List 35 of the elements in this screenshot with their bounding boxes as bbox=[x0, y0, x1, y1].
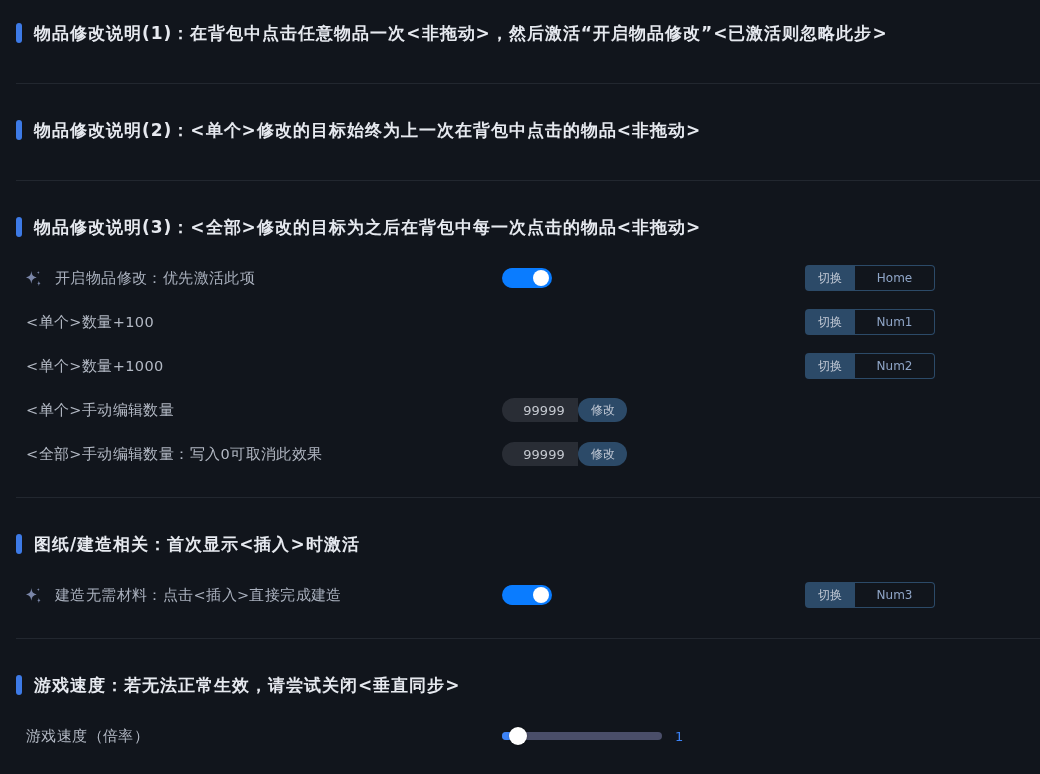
hotkey-field[interactable]: Num2 bbox=[855, 353, 935, 379]
section-marker-icon bbox=[16, 120, 22, 140]
hotkey-field[interactable]: Num3 bbox=[855, 582, 935, 608]
modify-button[interactable]: 修改 bbox=[578, 442, 627, 466]
hotkey-field[interactable]: Num1 bbox=[855, 309, 935, 335]
switch-button[interactable]: 切换 bbox=[805, 353, 855, 379]
section-marker-icon bbox=[16, 534, 22, 554]
section-title: 物品修改说明(3)：<全部>修改的目标为之后在背包中每一次点击的物品<非拖动> bbox=[34, 216, 702, 239]
section-marker-icon bbox=[16, 23, 22, 43]
setting-label: <单个>数量+100 bbox=[26, 312, 155, 332]
switch-button[interactable]: 切换 bbox=[805, 265, 855, 291]
switch-button[interactable]: 切换 bbox=[805, 309, 855, 335]
setting-label: 开启物品修改：优先激活此项 bbox=[55, 268, 256, 288]
section-marker-icon bbox=[16, 217, 22, 237]
section-title: 物品修改说明(2)：<单个>修改的目标始终为上一次在背包中点击的物品<非拖动> bbox=[34, 119, 702, 142]
slider-value: 1 bbox=[675, 728, 684, 744]
setting-label: <单个>手动编辑数量 bbox=[26, 400, 175, 420]
setting-label: 建造无需材料：点击<插入>直接完成建造 bbox=[55, 585, 342, 605]
section-title: 游戏速度：若无法正常生效，请尝试关闭<垂直同步> bbox=[34, 674, 461, 697]
slider-thumb[interactable] bbox=[509, 727, 527, 745]
setting-label: <单个>数量+1000 bbox=[26, 356, 164, 376]
sparkle-icon bbox=[26, 587, 41, 603]
section-title: 物品修改说明(1)：在背包中点击任意物品一次<非拖动>，然后激活“开启物品修改”<已激活则忽略此步> bbox=[34, 22, 888, 45]
switch-button[interactable]: 切换 bbox=[805, 582, 855, 608]
section-marker-icon bbox=[16, 675, 22, 695]
setting-label: <全部>手动编辑数量：写入0可取消此效果 bbox=[26, 444, 323, 464]
toggle-switch[interactable] bbox=[502, 268, 552, 288]
toggle-switch[interactable] bbox=[502, 585, 552, 605]
modify-button[interactable]: 修改 bbox=[578, 398, 627, 422]
quantity-field[interactable]: 99999 bbox=[502, 398, 578, 422]
quantity-field[interactable]: 99999 bbox=[502, 442, 578, 466]
section-title: 图纸/建造相关：首次显示<插入>时激活 bbox=[34, 533, 360, 556]
sparkle-icon bbox=[26, 270, 41, 286]
hotkey-field[interactable]: Home bbox=[855, 265, 935, 291]
setting-label: 游戏速度（倍率） bbox=[26, 726, 150, 746]
